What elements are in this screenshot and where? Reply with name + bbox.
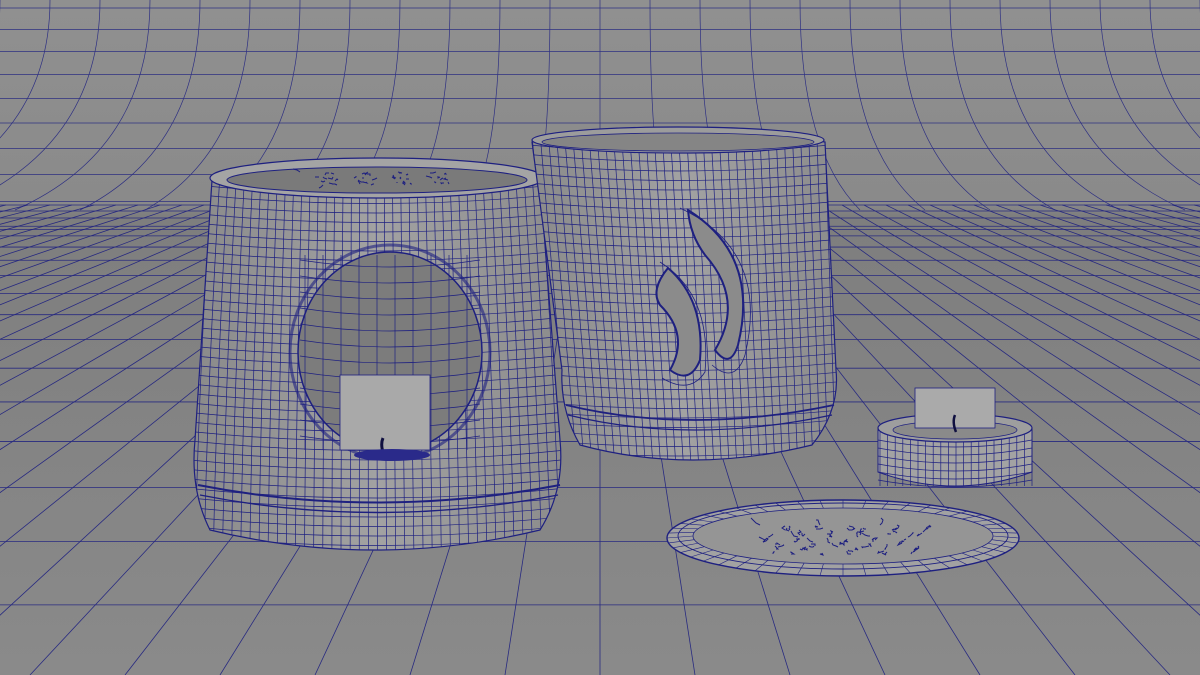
maya-viewport [0,0,1200,675]
candle-wax-pool [354,449,430,461]
wireframe-scene [0,0,1200,675]
lantern-round-window [193,157,562,551]
ash-plate [666,499,1020,577]
candle-card [339,374,431,451]
